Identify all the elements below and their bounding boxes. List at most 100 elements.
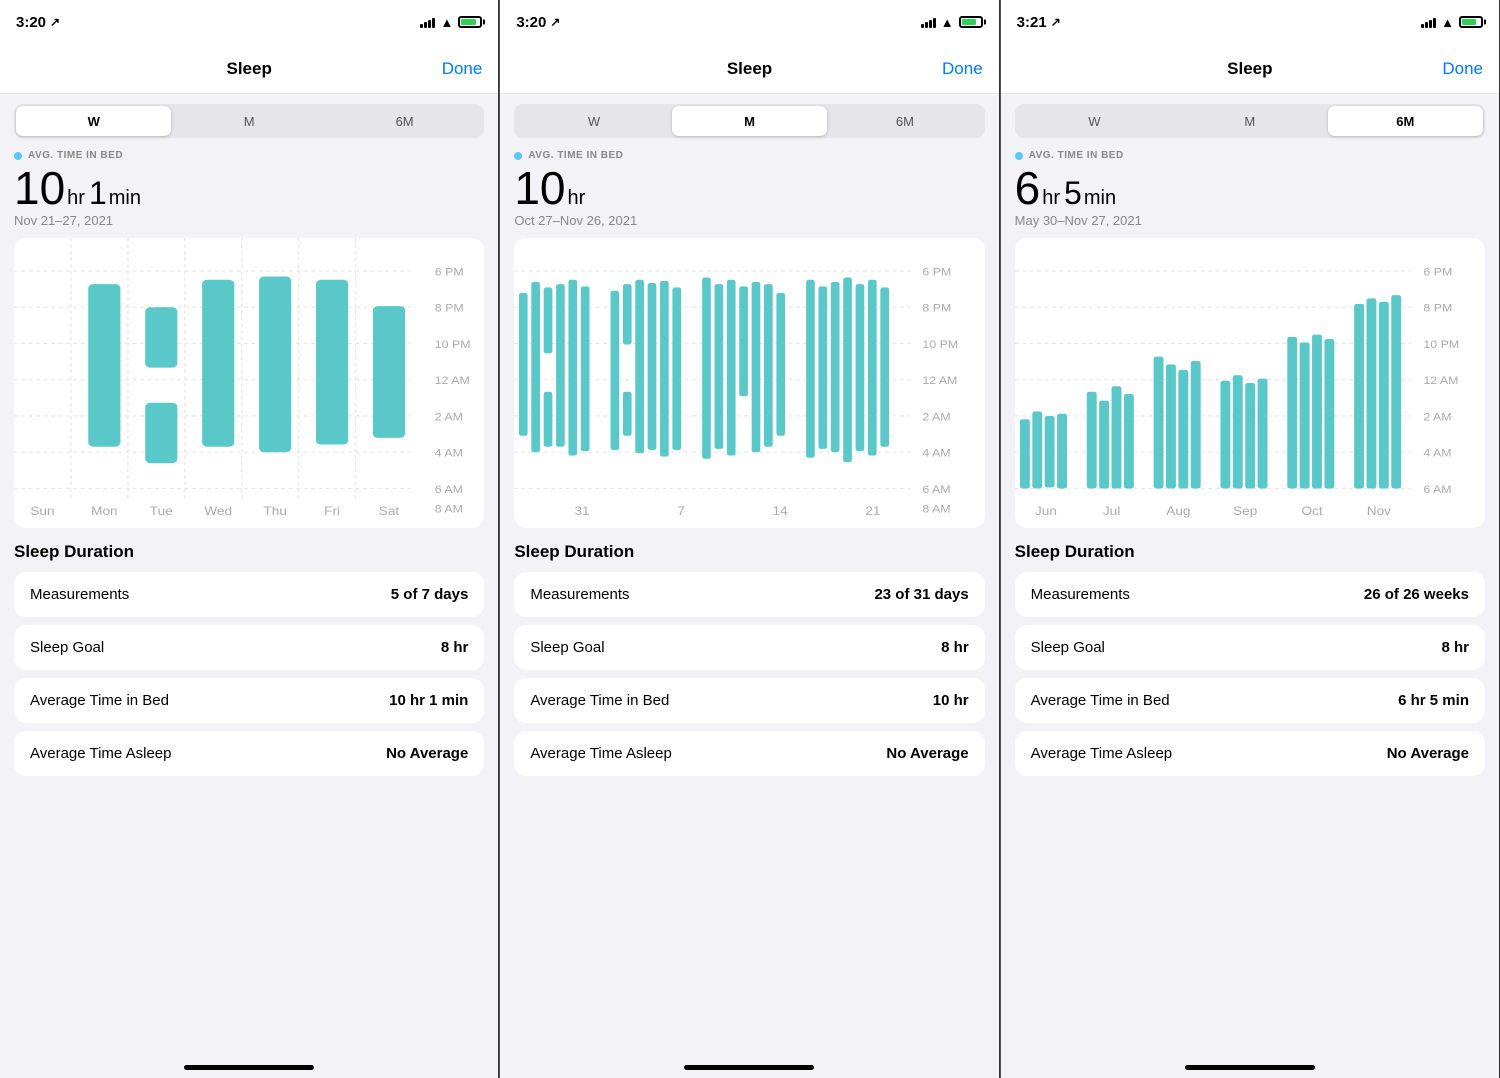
time-1: 3:20 xyxy=(16,14,46,31)
avg-dot-1 xyxy=(14,152,22,160)
segment-m-2[interactable]: M xyxy=(672,106,827,136)
segment-m-1[interactable]: M xyxy=(171,106,326,136)
home-bar-2 xyxy=(684,1065,814,1070)
segment-6m-1[interactable]: 6M xyxy=(327,106,482,136)
nav-title-1: Sleep xyxy=(226,59,271,79)
measurements-card-2: Measurements 23 of 31 days xyxy=(514,572,984,617)
svg-text:8 AM: 8 AM xyxy=(435,503,463,515)
svg-text:Jul: Jul xyxy=(1102,504,1119,518)
home-indicator-1 xyxy=(0,1044,498,1078)
home-indicator-2 xyxy=(500,1044,998,1078)
svg-text:Fri: Fri xyxy=(324,504,340,518)
chart-svg-1: Sun Mon Tue Wed Thu Fri Sat 6 PM 8 PM 10… xyxy=(14,238,484,528)
nav-title-2: Sleep xyxy=(727,59,772,79)
segment-w-3[interactable]: W xyxy=(1017,106,1172,136)
svg-text:10 PM: 10 PM xyxy=(923,338,959,350)
wifi-icon-1: ▲ xyxy=(440,15,453,30)
signal-icon-1 xyxy=(420,16,435,28)
avg-time-asleep-card-3: Average Time Asleep No Average xyxy=(1015,731,1485,776)
section-title-1: Sleep Duration xyxy=(14,542,484,562)
svg-text:10 PM: 10 PM xyxy=(1423,338,1459,350)
svg-text:2 AM: 2 AM xyxy=(923,411,951,423)
segment-control-2: W M 6M xyxy=(514,104,984,138)
sleep-goal-card-3: Sleep Goal 8 hr xyxy=(1015,625,1485,670)
segment-w-2[interactable]: W xyxy=(516,106,671,136)
done-button-3[interactable]: Done xyxy=(1442,59,1483,79)
big-stat-1: 10 hr 1 min xyxy=(14,165,484,211)
segment-6m-2[interactable]: 6M xyxy=(827,106,982,136)
status-bar-3: 3:21 ↗ ▲ xyxy=(1001,0,1499,44)
svg-text:8 PM: 8 PM xyxy=(435,302,464,314)
time-2: 3:20 xyxy=(516,14,546,31)
content-1: W M 6M AVG. TIME IN BED 10 hr 1 min Nov … xyxy=(0,94,498,1044)
home-indicator-3 xyxy=(1001,1044,1499,1078)
svg-text:Tue: Tue xyxy=(150,504,173,518)
status-bar-1: 3:20 ↗ ▲ xyxy=(0,0,498,44)
avg-label-1: AVG. TIME IN BED xyxy=(14,150,484,161)
avg-dot-2 xyxy=(514,152,522,160)
wifi-icon-2: ▲ xyxy=(941,15,954,30)
avg-time-asleep-card-1: Average Time Asleep No Average xyxy=(14,731,484,776)
svg-text:Jun: Jun xyxy=(1035,504,1057,518)
location-icon-2: ↗ xyxy=(550,15,560,29)
nav-header-1: Sleep Done xyxy=(0,44,498,94)
svg-text:6 AM: 6 AM xyxy=(923,483,951,495)
svg-text:Nov: Nov xyxy=(1366,504,1391,518)
chart-2: 31 7 14 21 6 PM 8 PM 10 PM 12 AM 2 AM 4 … xyxy=(514,238,984,528)
section-title-2: Sleep Duration xyxy=(514,542,984,562)
chart-svg-3: Jun Jul Aug Sep Oct Nov 6 PM 8 PM 10 PM … xyxy=(1015,238,1485,528)
battery-icon-1 xyxy=(458,16,482,28)
section-title-3: Sleep Duration xyxy=(1015,542,1485,562)
svg-text:Oct: Oct xyxy=(1301,504,1323,518)
avg-time-bed-card-2: Average Time in Bed 10 hr xyxy=(514,678,984,723)
svg-text:Wed: Wed xyxy=(204,504,232,518)
chart-3: Jun Jul Aug Sep Oct Nov 6 PM 8 PM 10 PM … xyxy=(1015,238,1485,528)
measurements-card-1: Measurements 5 of 7 days xyxy=(14,572,484,617)
svg-text:21: 21 xyxy=(866,504,881,518)
done-button-2[interactable]: Done xyxy=(942,59,983,79)
wifi-icon-3: ▲ xyxy=(1441,15,1454,30)
svg-text:8 PM: 8 PM xyxy=(1423,302,1452,314)
svg-text:2 AM: 2 AM xyxy=(1423,411,1451,423)
avg-time-asleep-card-2: Average Time Asleep No Average xyxy=(514,731,984,776)
segment-m-3[interactable]: M xyxy=(1172,106,1327,136)
time-3: 3:21 xyxy=(1017,14,1047,31)
svg-text:Sun: Sun xyxy=(30,504,54,518)
location-icon-3: ↗ xyxy=(1051,15,1061,29)
big-stat-3: 6 hr 5 min xyxy=(1015,165,1485,211)
segment-control-1: W M 6M xyxy=(14,104,484,138)
svg-text:6 PM: 6 PM xyxy=(435,266,464,278)
svg-text:4 AM: 4 AM xyxy=(923,447,951,459)
battery-icon-3 xyxy=(1459,16,1483,28)
sleep-goal-card-2: Sleep Goal 8 hr xyxy=(514,625,984,670)
segment-6m-3[interactable]: 6M xyxy=(1328,106,1483,136)
svg-text:8 AM: 8 AM xyxy=(923,503,951,515)
home-bar-1 xyxy=(184,1065,314,1070)
big-stat-2: 10 hr xyxy=(514,165,984,211)
content-2: W M 6M AVG. TIME IN BED 10 hr Oct 27–Nov… xyxy=(500,94,998,1044)
svg-text:6 PM: 6 PM xyxy=(923,266,952,278)
svg-text:6 AM: 6 AM xyxy=(435,483,463,495)
segment-w-1[interactable]: W xyxy=(16,106,171,136)
avg-time-bed-card-3: Average Time in Bed 6 hr 5 min xyxy=(1015,678,1485,723)
svg-text:8 PM: 8 PM xyxy=(923,302,952,314)
svg-text:12 AM: 12 AM xyxy=(1423,375,1458,387)
svg-text:2 AM: 2 AM xyxy=(435,411,463,423)
nav-header-3: Sleep Done xyxy=(1001,44,1499,94)
svg-text:31: 31 xyxy=(575,504,590,518)
svg-text:Aug: Aug xyxy=(1166,504,1190,518)
location-icon-1: ↗ xyxy=(50,15,60,29)
status-bar-2: 3:20 ↗ ▲ xyxy=(500,0,998,44)
panel-month: 3:20 ↗ ▲ Sleep Done W M 6M AVG. xyxy=(500,0,999,1078)
svg-text:Sat: Sat xyxy=(379,504,400,518)
done-button-1[interactable]: Done xyxy=(442,59,483,79)
svg-text:10 PM: 10 PM xyxy=(435,338,471,350)
svg-text:Sep: Sep xyxy=(1233,504,1257,518)
stat-date-2: Oct 27–Nov 26, 2021 xyxy=(514,213,984,228)
avg-time-bed-card-1: Average Time in Bed 10 hr 1 min xyxy=(14,678,484,723)
battery-icon-2 xyxy=(959,16,983,28)
content-3: W M 6M AVG. TIME IN BED 6 hr 5 min May 3… xyxy=(1001,94,1499,1044)
measurements-card-3: Measurements 26 of 26 weeks xyxy=(1015,572,1485,617)
svg-text:4 AM: 4 AM xyxy=(435,447,463,459)
avg-label-2: AVG. TIME IN BED xyxy=(514,150,984,161)
